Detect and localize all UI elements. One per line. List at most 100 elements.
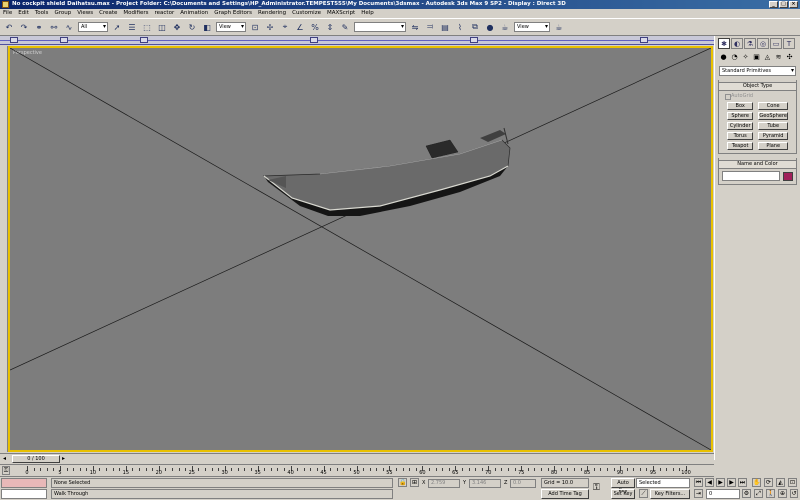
menu-reactor[interactable]: reactor <box>155 9 175 18</box>
create-tab-icon[interactable]: ✱ <box>718 38 730 49</box>
spacewarps-icon[interactable]: ≋ <box>774 53 783 62</box>
menu-rendering[interactable]: Rendering <box>258 9 286 18</box>
utilities-tab-icon[interactable]: T <box>783 38 795 49</box>
lights-icon[interactable]: ✧ <box>741 53 750 62</box>
link-icon[interactable]: ⚭ <box>33 21 45 33</box>
set-key-mode-icon[interactable]: ⚿ <box>593 483 600 493</box>
named-selection-edit-icon[interactable]: ✎ <box>339 21 351 33</box>
plane-button[interactable]: Plane <box>758 142 788 150</box>
helpers-icon[interactable]: ◬ <box>763 53 772 62</box>
key-mode-toggle-icon[interactable]: ⇥ <box>694 489 703 498</box>
previous-frame-icon[interactable]: ◀ <box>705 478 714 487</box>
trackbar-key-icon[interactable]: ⚿ <box>2 466 10 475</box>
trackbar[interactable]: ⚿ 0 5 10 15 20 25 30 35 40 45 50 55 60 65 70 75 80 85 90 95… <box>0 464 714 477</box>
window-crossing-icon[interactable]: ◫ <box>156 21 168 33</box>
go-to-end-icon[interactable]: ⏭ <box>738 478 747 487</box>
menu-help[interactable]: Help <box>361 9 374 18</box>
add-time-tag-button[interactable]: Add Time Tag <box>541 489 589 499</box>
tab-marker[interactable] <box>10 37 18 43</box>
pyramid-button[interactable]: Pyramid <box>758 132 788 140</box>
y-coordinate-field[interactable]: 3.146 <box>469 479 501 488</box>
zoom-all-icon[interactable]: ⊕ <box>778 489 787 498</box>
menu-animation[interactable]: Animation <box>180 9 208 18</box>
play-icon[interactable]: ▶ <box>716 478 725 487</box>
go-to-start-icon[interactable]: ⏮ <box>694 478 703 487</box>
hierarchy-tab-icon[interactable]: ⚗ <box>744 38 756 49</box>
spinner-snap-icon[interactable]: ⇕ <box>324 21 336 33</box>
object-type-header[interactable]: Object Type <box>718 82 797 91</box>
angle-snap-icon[interactable]: ∠ <box>294 21 306 33</box>
field-of-view-icon[interactable]: ◭ <box>776 478 785 487</box>
set-key-button[interactable]: Set Key <box>611 489 635 499</box>
undo-icon[interactable]: ↶ <box>3 21 15 33</box>
tab-marker[interactable] <box>60 37 68 43</box>
key-mode-dropdown[interactable]: Selected <box>636 478 690 488</box>
select-rotate-icon[interactable]: ↻ <box>186 21 198 33</box>
menu-customize[interactable]: Customize <box>292 9 321 18</box>
snaps-toggle-icon[interactable]: ⌖ <box>279 21 291 33</box>
torus-button[interactable]: Torus <box>727 132 754 140</box>
rectangular-selection-icon[interactable]: ⬚ <box>141 21 153 33</box>
absolute-mode-icon[interactable]: ⊞ <box>410 478 419 487</box>
time-configuration-icon[interactable]: ⚙ <box>742 489 751 498</box>
pivot-center-icon[interactable]: ⊡ <box>249 21 261 33</box>
select-by-name-icon[interactable]: ☰ <box>126 21 138 33</box>
geosphere-button[interactable]: GeoSphere <box>758 112 788 120</box>
walk-through-icon[interactable]: 🚶 <box>766 489 775 498</box>
select-object-icon[interactable]: ➚ <box>111 21 123 33</box>
close-button[interactable]: × <box>789 1 798 8</box>
boat-model[interactable] <box>263 127 511 216</box>
menu-views[interactable]: Views <box>77 9 93 18</box>
named-selection-dropdown[interactable] <box>354 22 406 32</box>
cameras-icon[interactable]: ▣ <box>752 53 761 62</box>
cylinder-button[interactable]: Cylinder <box>727 122 754 130</box>
object-color-swatch[interactable] <box>782 171 793 181</box>
menu-group[interactable]: Group <box>54 9 71 18</box>
pan-view-icon[interactable]: ✋ <box>752 478 761 487</box>
display-tab-icon[interactable]: ▭ <box>770 38 782 49</box>
motion-tab-icon[interactable]: ◎ <box>757 38 769 49</box>
tab-marker[interactable] <box>470 37 478 43</box>
mirror-icon[interactable]: ⇋ <box>409 21 421 33</box>
curve-editor-icon[interactable]: ⌇ <box>454 21 466 33</box>
perspective-viewport[interactable]: Perspective <box>8 46 713 452</box>
teapot-button[interactable]: Teapot <box>727 142 754 150</box>
cone-button[interactable]: Cone <box>758 102 788 110</box>
layer-manager-icon[interactable]: ▤ <box>439 21 451 33</box>
unlink-icon[interactable]: ⚯ <box>48 21 60 33</box>
shapes-icon[interactable]: ◔ <box>730 53 739 62</box>
select-move-icon[interactable]: ✥ <box>171 21 183 33</box>
x-coordinate-field[interactable]: 2.759 <box>428 479 460 488</box>
material-editor-icon[interactable]: ● <box>484 21 496 33</box>
next-frame-icon[interactable]: ▶ <box>727 478 736 487</box>
time-slider-thumb[interactable]: 0 / 100 <box>12 455 60 463</box>
time-slider[interactable]: ◂ 0 / 100 ▸ <box>0 453 714 464</box>
menu-graph-editors[interactable]: Graph Editors <box>214 9 252 18</box>
align-icon[interactable]: ⫤ <box>424 21 436 33</box>
current-frame-field[interactable]: 0 <box>706 489 740 499</box>
select-manipulate-icon[interactable]: ✢ <box>264 21 276 33</box>
zoom-extents-icon[interactable]: ⤢ <box>754 489 763 498</box>
modify-tab-icon[interactable]: ◐ <box>731 38 743 49</box>
maximize-button[interactable]: □ <box>779 1 788 8</box>
primitive-category-dropdown[interactable]: Standard Primitives <box>719 66 796 76</box>
lock-selection-icon[interactable]: 🔒 <box>398 478 407 487</box>
time-next-arrow[interactable]: ▸ <box>62 455 67 463</box>
menu-tools[interactable]: Tools <box>35 9 49 18</box>
bind-spacewarp-icon[interactable]: ∿ <box>63 21 75 33</box>
arc-rotate-icon[interactable]: ↺ <box>790 489 798 498</box>
render-type-dropdown[interactable]: View <box>514 22 550 32</box>
default-in-out-tangents-icon[interactable]: ⟋ <box>639 489 648 498</box>
menu-file[interactable]: File <box>3 9 12 18</box>
menu-edit[interactable]: Edit <box>18 9 29 18</box>
geometry-icon[interactable]: ● <box>719 53 728 62</box>
systems-icon[interactable]: ✣ <box>785 53 794 62</box>
quick-render-icon[interactable]: ☕ <box>553 21 565 33</box>
autogrid-checkbox[interactable]: AutoGrid <box>721 93 794 100</box>
maximize-viewport-icon[interactable]: ⊡ <box>788 478 797 487</box>
menu-maxscript[interactable]: MAXScript <box>327 9 355 18</box>
box-button[interactable]: Box <box>727 102 754 110</box>
reference-coordinate-dropdown[interactable]: View <box>216 22 246 32</box>
minimize-button[interactable]: _ <box>769 1 778 8</box>
menu-modifiers[interactable]: Modifiers <box>123 9 148 18</box>
